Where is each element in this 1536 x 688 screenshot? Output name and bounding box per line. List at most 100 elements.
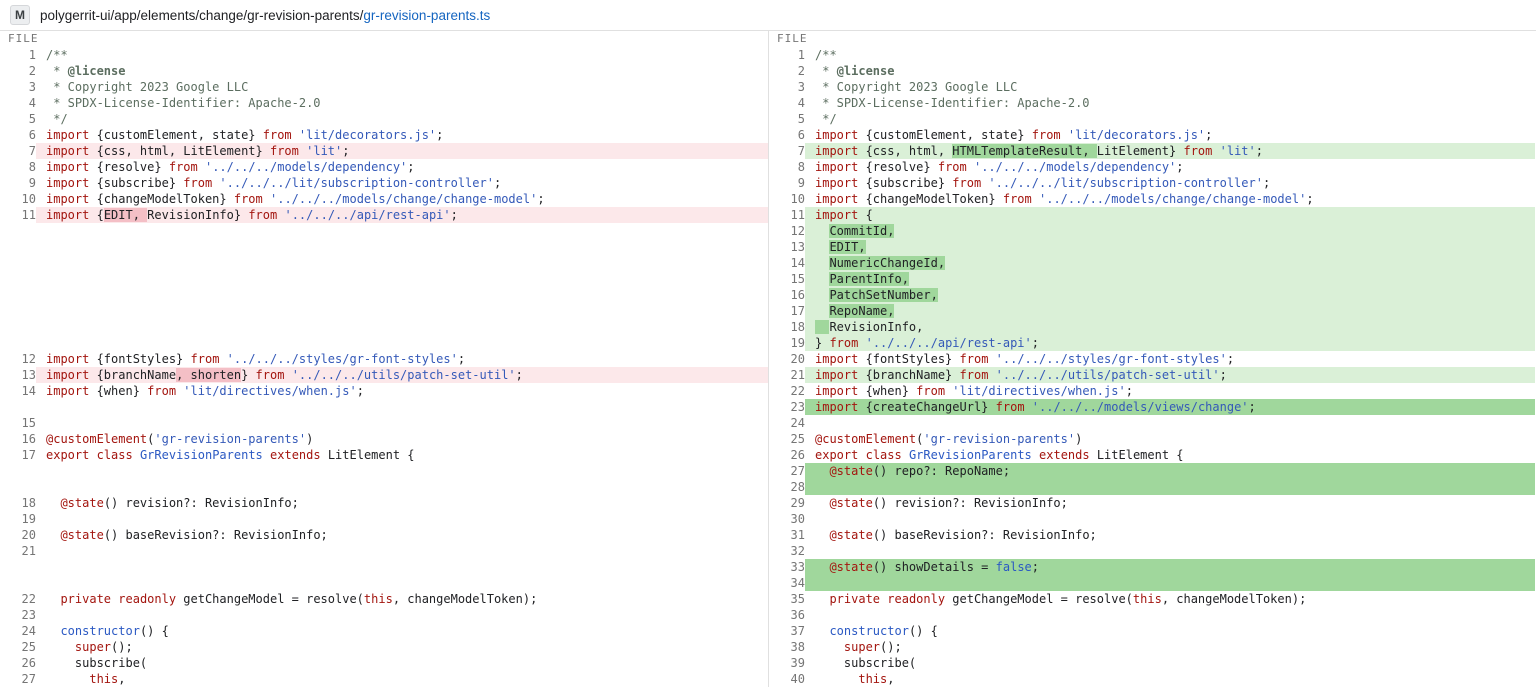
line-number[interactable]: 24 — [769, 415, 805, 431]
line-number[interactable]: 37 — [769, 623, 805, 639]
line-number[interactable]: 5 — [769, 111, 805, 127]
line-number[interactable]: 21 — [0, 543, 36, 559]
line-number[interactable]: 1 — [0, 47, 36, 63]
code-line: import {customElement, state} from 'lit/… — [805, 127, 1535, 143]
line-number[interactable]: 17 — [769, 303, 805, 319]
code-token: '../../../models/change/change-model' — [1039, 192, 1306, 206]
line-number[interactable]: 26 — [769, 447, 805, 463]
line-number[interactable]: 23 — [0, 607, 36, 623]
line-number[interactable]: 5 — [0, 111, 36, 127]
line-number[interactable]: 9 — [769, 175, 805, 191]
line-number[interactable]: 36 — [769, 607, 805, 623]
code-token: from — [1032, 128, 1061, 142]
line-number[interactable]: 33 — [769, 559, 805, 575]
code-token: ; — [1306, 192, 1313, 206]
line-number[interactable]: 22 — [0, 591, 36, 607]
line-number[interactable]: 1 — [769, 47, 805, 63]
line-number[interactable]: 39 — [769, 655, 805, 671]
line-number[interactable]: 27 — [0, 671, 36, 687]
line-number[interactable]: 24 — [0, 623, 36, 639]
line-number[interactable]: 20 — [769, 351, 805, 367]
code-token: from — [938, 160, 967, 174]
line-number[interactable]: 9 — [0, 175, 36, 191]
right-pane-rows: 1/**2 * @license3 * Copyright 2023 Googl… — [769, 47, 1535, 687]
code-token: {branchName} — [858, 368, 959, 382]
diff-row — [0, 575, 768, 591]
line-number[interactable]: 14 — [769, 255, 805, 271]
line-number[interactable]: 21 — [769, 367, 805, 383]
line-number[interactable]: 25 — [769, 431, 805, 447]
code-line — [805, 479, 1535, 495]
line-number[interactable]: 13 — [769, 239, 805, 255]
line-number[interactable]: 8 — [769, 159, 805, 175]
line-number[interactable]: 11 — [769, 207, 805, 223]
line-number[interactable]: 20 — [0, 527, 36, 543]
file-header: M polygerrit-ui/app/elements/change/gr-r… — [0, 0, 1536, 31]
line-number[interactable]: 17 — [0, 447, 36, 463]
line-number[interactable]: 38 — [769, 639, 805, 655]
line-number[interactable]: 40 — [769, 671, 805, 687]
line-number[interactable]: 15 — [769, 271, 805, 287]
line-number[interactable]: 26 — [0, 655, 36, 671]
line-number[interactable]: 32 — [769, 543, 805, 559]
line-number[interactable]: 6 — [0, 127, 36, 143]
line-number[interactable]: 34 — [769, 575, 805, 591]
file-row-left[interactable]: FILE — [0, 31, 768, 47]
line-number[interactable]: 10 — [769, 191, 805, 207]
line-number[interactable]: 18 — [0, 495, 36, 511]
code-token: ParentInfo, — [829, 272, 908, 286]
line-number[interactable]: 14 — [0, 383, 36, 399]
code-token: import — [815, 176, 858, 190]
diff-row: 40 this, — [769, 671, 1535, 687]
line-number[interactable]: 16 — [0, 431, 36, 447]
line-number[interactable]: 19 — [769, 335, 805, 351]
code-token: {css, html, — [858, 144, 952, 158]
line-number[interactable]: 10 — [0, 191, 36, 207]
code-token: , shorten — [176, 368, 241, 382]
line-number[interactable]: 22 — [769, 383, 805, 399]
line-number[interactable]: 4 — [769, 95, 805, 111]
code-token — [133, 448, 140, 462]
line-number[interactable]: 35 — [769, 591, 805, 607]
line-number[interactable]: 2 — [0, 63, 36, 79]
line-number[interactable]: 2 — [769, 63, 805, 79]
code-token: from — [996, 400, 1025, 414]
line-number[interactable]: 7 — [0, 143, 36, 159]
line-number[interactable]: 12 — [769, 223, 805, 239]
code-token: from — [960, 368, 989, 382]
line-number[interactable]: 18 — [769, 319, 805, 335]
line-number[interactable]: 19 — [0, 511, 36, 527]
line-number[interactable]: 25 — [0, 639, 36, 655]
code-token — [815, 304, 829, 318]
code-token: */ — [46, 112, 68, 126]
code-token: extends — [270, 448, 321, 462]
diff-row: 32 — [769, 543, 1535, 559]
file-status-badge: M — [10, 5, 30, 25]
line-number[interactable]: 16 — [769, 287, 805, 303]
diff-row: 12 CommitId, — [769, 223, 1535, 239]
line-number[interactable]: 3 — [769, 79, 805, 95]
line-number[interactable]: 11 — [0, 207, 36, 223]
line-number[interactable]: 28 — [769, 479, 805, 495]
line-number[interactable]: 12 — [0, 351, 36, 367]
line-number[interactable]: 23 — [769, 399, 805, 415]
line-number[interactable]: 7 — [769, 143, 805, 159]
line-number[interactable]: 29 — [769, 495, 805, 511]
line-number[interactable]: 3 — [0, 79, 36, 95]
code-token: import — [46, 192, 89, 206]
line-number[interactable]: 30 — [769, 511, 805, 527]
file-row-right[interactable]: FILE — [769, 31, 1535, 47]
diff-row: 5 */ — [769, 111, 1535, 127]
line-number[interactable]: 8 — [0, 159, 36, 175]
line-number[interactable]: 15 — [0, 415, 36, 431]
line-number — [0, 255, 36, 271]
line-number[interactable]: 4 — [0, 95, 36, 111]
code-token: from — [270, 144, 299, 158]
diff-row: 2 * @license — [769, 63, 1535, 79]
line-number[interactable]: 31 — [769, 527, 805, 543]
code-token: private — [60, 592, 111, 606]
line-number[interactable]: 13 — [0, 367, 36, 383]
line-number[interactable]: 6 — [769, 127, 805, 143]
file-name-link[interactable]: gr-revision-parents.ts — [363, 8, 490, 23]
line-number[interactable]: 27 — [769, 463, 805, 479]
